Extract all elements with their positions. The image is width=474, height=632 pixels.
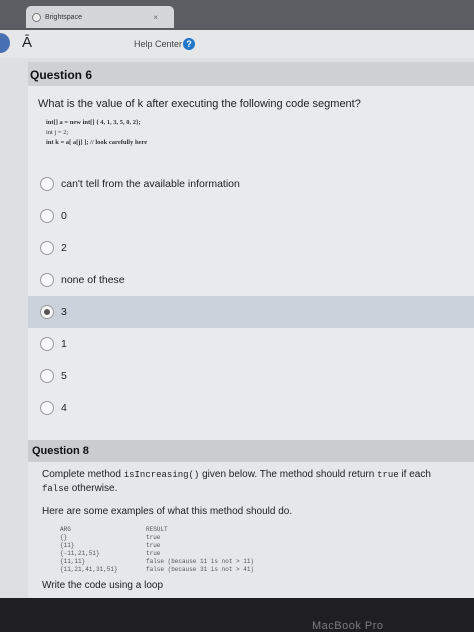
answer-option[interactable]: none of these [28,264,474,296]
brightspace-logo-icon[interactable] [0,33,10,53]
device-brand: MacBook Pro [312,620,384,632]
code-line: int k = a[ a[j] ]; // look carefully her… [46,139,148,146]
radio-button-checked[interactable] [40,305,54,319]
code-line: int j = 2; [46,129,69,136]
navbar: Ā Help Center ? [0,30,474,58]
quiz-page: Question 6 What is the value of k after … [0,58,474,598]
example-arg: {} [60,534,68,541]
radio-button[interactable] [40,369,54,383]
example-arg: {11,21,41,31,51} [60,566,118,573]
answer-label: 2 [61,242,67,254]
code-segment: int[] a = new int[] { 4, 1, 3, 5, 0, 2};… [46,118,147,148]
question-6-card: Question 6 What is the value of k after … [28,62,474,482]
laptop-bezel: MacBook Pro [0,598,474,632]
browser-tab[interactable]: Brightspace × [26,6,174,28]
prompt-text: otherwise. [69,483,118,494]
answer-label: 5 [61,370,67,382]
answer-option[interactable]: 2 [28,232,474,264]
example-row: {11,21,41,31,51} false (because 31 is no… [60,566,254,574]
radio-button[interactable] [40,273,54,287]
example-arg: {11,11} [60,558,86,565]
examples-table: ARG RESULT {} true {11} true {-11,21,51}… [60,526,254,574]
question-8-card: Question 8 Complete method isIncreasing(… [28,440,474,598]
answer-option-selected[interactable]: 3 [28,296,474,328]
question-6-prompt: What is the value of k after executing t… [38,98,361,110]
globe-icon [32,12,41,22]
answer-label: 3 [61,306,67,318]
example-row: {} true [60,534,254,542]
radio-button[interactable] [40,401,54,415]
answer-option[interactable]: 5 [28,360,474,392]
prompt-text: given below. The method should return [199,469,378,480]
answer-label: none of these [61,274,125,286]
help-center-label: Help Center [134,39,183,49]
question-8-prompt: Complete method isIncreasing() given bel… [42,468,474,496]
example-result: true [146,550,161,557]
prompt-text: Complete method [42,469,124,480]
answer-option[interactable]: 4 [28,392,474,424]
radio-button[interactable] [40,337,54,351]
radio-button[interactable] [40,209,54,223]
example-row: {11,11} false (because 11 is not > 11) [60,558,254,566]
help-icon: ? [183,38,196,50]
example-result: true [146,542,161,549]
true-keyword: true [377,470,399,480]
example-arg: {11} [60,542,75,549]
example-arg: {-11,21,51} [60,550,100,557]
answer-label: 1 [61,338,67,350]
question-8-title: Question 8 [28,440,474,462]
arg-header: ARG [60,526,71,533]
loop-instruction: Write the code using a loop [42,580,164,591]
example-result: true [146,534,161,541]
answer-label: 4 [61,402,67,414]
radio-button[interactable] [40,241,54,255]
example-row: {11} true [60,542,254,550]
code-line: int[] a = new int[] { 4, 1, 3, 5, 0, 2}; [46,119,141,126]
answer-label: 0 [61,210,67,222]
help-center-link[interactable]: Help Center ? [134,38,196,50]
answer-option[interactable]: 0 [28,200,474,232]
examples-header-row: ARG RESULT [60,526,254,534]
answer-option[interactable]: 1 [28,328,474,360]
prompt-text: if each [398,469,431,480]
example-result: false (because 31 is not > 41) [146,566,255,573]
site-badge[interactable]: Ā [22,34,32,51]
result-header: RESULT [146,526,168,533]
radio-button[interactable] [40,177,54,191]
method-name: isIncreasing() [123,470,200,480]
example-result: false (because 11 is not > 11) [146,558,255,565]
question-6-title: Question 6 [28,62,474,86]
examples-intro: Here are some examples of what this meth… [42,506,293,517]
tab-close-icon[interactable]: × [153,13,158,22]
tab-title: Brightspace [45,13,82,21]
browser-tab-bar: × Brightspace × [0,0,474,30]
example-row: {-11,21,51} true [60,550,254,558]
answer-option[interactable]: can't tell from the available informatio… [28,168,474,200]
false-keyword: false [42,484,70,494]
answer-label: can't tell from the available informatio… [61,178,240,190]
